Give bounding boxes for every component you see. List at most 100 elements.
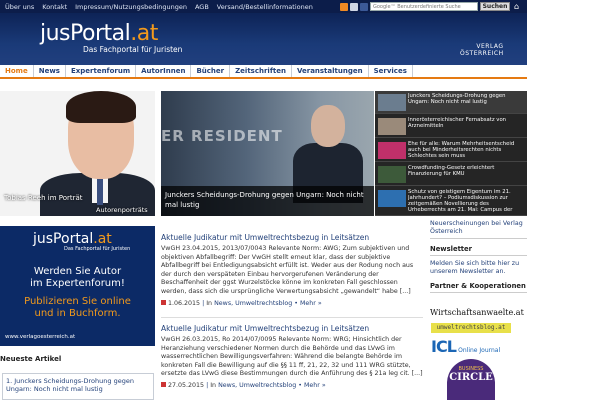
ad-line: Werden Sie Autor [33, 266, 122, 277]
thumb-image [378, 190, 406, 207]
thumb-image [378, 94, 406, 111]
thumb-image [378, 166, 406, 183]
calendar-icon [161, 300, 166, 306]
portrait-label[interactable]: Autorenporträts [96, 206, 148, 214]
site-logo[interactable]: jusPortal.at [40, 21, 158, 46]
partner-business-circle[interactable]: BUSINESS CIRCLE [447, 359, 495, 400]
link-agb[interactable]: AGB [195, 3, 209, 11]
thumb-item[interactable]: Crowdfunding-Gesetz erleichtert Finanzie… [375, 163, 527, 186]
ad-logo-suffix: .at [93, 231, 112, 247]
article-categories[interactable]: News, Umweltrechtsblog [218, 382, 296, 389]
verlag-logo[interactable]: VERLAG ÖSTERREICH [460, 43, 504, 57]
email-icon[interactable] [350, 3, 358, 11]
partner-heading: Partner & Kooperationen [430, 282, 526, 290]
home-icon[interactable]: ⌂ [514, 2, 523, 11]
article-in-label: In [206, 299, 213, 307]
ad-line: Publizieren Sie online [24, 296, 131, 307]
link-kontakt[interactable]: Kontakt [42, 3, 67, 11]
feature-background-text: ER RESIDENT [161, 127, 283, 145]
nav-veranstaltungen[interactable]: Veranstaltungen [292, 65, 369, 77]
feature-slide[interactable]: ER RESIDENT Junckers Scheidungs-Drohung … [161, 91, 374, 216]
business-circle-name: CIRCLE [449, 372, 493, 383]
social-icons [340, 3, 368, 11]
thumb-item[interactable]: Schutz von geistigem Eigentum im 21. Jah… [375, 187, 527, 216]
ad-logo: jusPortal.at [33, 231, 112, 247]
thumb-title: Crowdfunding-Gesetz erleichtert Finanzie… [408, 165, 495, 177]
business-circle-top: BUSINESS [458, 366, 484, 372]
thumb-item[interactable]: Innerösterreichischer Fernabsatz von Arz… [375, 115, 527, 138]
thumb-title: Innerösterreichischer Fernabsatz von Arz… [408, 117, 507, 129]
site-tagline: Das Fachportal für Juristen [83, 45, 183, 54]
page: Über uns Kontakt Impressum/Nutzungsbedin… [0, 0, 600, 400]
search-button[interactable]: Suchen [480, 2, 510, 11]
thumb-image [378, 142, 406, 159]
nav-home[interactable]: Home [0, 65, 34, 77]
neueste-artikel-heading: Neueste Artikel [0, 355, 62, 363]
link-impressum[interactable]: Impressum/Nutzungsbedingungen [75, 3, 187, 11]
article-more-link[interactable]: Mehr » [304, 382, 326, 389]
neueste-artikel-list: 1. Junckers Scheidungs-Drohung gegen Ung… [2, 373, 154, 400]
partner-wirtschaftsanwaelte[interactable]: Wirtschaftsanwaelte.at [430, 308, 524, 317]
nav-autorinnen[interactable]: AutorInnen [136, 65, 192, 77]
ad-line: und in Buchform. [34, 308, 121, 319]
slider-thumbnails: Junckers Scheidungs-Drohung gegen Ungarn… [375, 91, 527, 216]
page-margin [527, 0, 600, 400]
icl-subtitle: Online Journal [458, 347, 501, 354]
portrait-hair [66, 91, 136, 123]
thumb-title: Ehe für alle: Warum Mehrheitsentscheid a… [408, 141, 515, 159]
sidebar-divider [430, 292, 527, 293]
sidebar-divider [430, 255, 527, 256]
logo-suffix: .at [130, 21, 158, 46]
newsletter-heading: Newsletter [430, 245, 473, 253]
list-item[interactable]: 1. Junckers Scheidungs-Drohung gegen Ung… [6, 377, 134, 393]
author-portrait[interactable]: Tobias Reeh im Porträt Autorenporträts [0, 91, 155, 216]
nav-zeitschriften[interactable]: Zeitschriften [230, 65, 292, 77]
verlag-line1: VERLAG [476, 43, 504, 50]
thumb-title: Schutz von geistigem Eigentum im 21. Jah… [408, 189, 513, 213]
article-excerpt: VwGH 26.03.2015, Ro 2014/07/0095 Relevan… [161, 336, 423, 378]
rss-icon[interactable] [340, 3, 348, 11]
ad-tagline: Das Fachportal für Juristen [64, 246, 131, 252]
facebook-icon[interactable] [360, 3, 368, 11]
thumb-item[interactable]: Junckers Scheidungs-Drohung gegen Ungarn… [375, 91, 527, 114]
site-header: jusPortal.at Das Fachportal für Juristen… [0, 13, 527, 65]
link-versand[interactable]: Versand/Bestellinformationen [217, 3, 313, 11]
verlag-line2: ÖSTERREICH [460, 50, 504, 57]
logo-text: jusPortal [40, 21, 131, 46]
right-sidebar: Neuerscheinungen bei Verlag Österreich N… [430, 220, 527, 293]
nav-expertenforum[interactable]: Expertenforum [66, 65, 137, 77]
thumb-item[interactable]: Ehe für alle: Warum Mehrheitsentscheid a… [375, 139, 527, 162]
ad-line: im Expertenforum! [30, 278, 125, 289]
thumb-image [378, 118, 406, 135]
autor-ad-banner[interactable]: jusPortal.at Das Fachportal für Juristen… [0, 226, 155, 346]
ad-url: www.verlagoesterreich.at [5, 334, 76, 340]
link-ueber-uns[interactable]: Über uns [5, 3, 34, 11]
newsletter-signup-link[interactable]: Melden Sie sich bitte hier zu unserem Ne… [430, 260, 527, 276]
article-divider [161, 317, 423, 318]
ad-logo-text: jusPortal [33, 231, 94, 247]
portrait-caption[interactable]: Tobias Reeh im Porträt [4, 194, 83, 202]
calendar-icon [161, 382, 166, 388]
article-meta: 27.05.2015 | In News, Umweltrechtsblog •… [161, 382, 423, 389]
article-more-link[interactable]: Mehr » [300, 300, 322, 307]
article-categories[interactable]: News, Umweltrechtsblog [214, 300, 292, 307]
feature-caption[interactable]: Junckers Scheidungs-Drohung gegen Ungarn… [161, 186, 374, 216]
sidebar-divider [430, 238, 527, 239]
neuerscheinungen-link[interactable]: Neuerscheinungen bei Verlag Österreich [430, 220, 527, 236]
article-excerpt: VwGH 23.04.2015, 2013/07/0043 Relevante … [161, 245, 414, 295]
article-date: 1.06.2015 [168, 299, 201, 307]
article-title[interactable]: Aktuelle Judikatur mit Umweltrechtsbezug… [161, 324, 423, 333]
nav-buecher[interactable]: Bücher [191, 65, 231, 77]
icl-logo-text: ICL [431, 337, 457, 356]
article-title[interactable]: Aktuelle Judikatur mit Umweltrechtsbezug… [161, 233, 423, 242]
article-meta: 1.06.2015 | In News, Umweltrechtsblog • … [161, 300, 423, 307]
article: Aktuelle Judikatur mit Umweltrechtsbezug… [161, 233, 423, 307]
nav-services[interactable]: Services [369, 65, 413, 77]
partner-icl[interactable]: ICL Online Journal [431, 337, 501, 356]
main-nav: Home News Expertenforum AutorInnen Büche… [0, 65, 527, 79]
partner-umweltrechtsblog[interactable]: umweltrechtsblog.at [431, 323, 511, 333]
nav-news[interactable]: News [34, 65, 66, 77]
feature-person-head [311, 105, 345, 147]
search-input[interactable]: Google™ Benutzerdefinierte Suche [370, 2, 478, 11]
article-in-label: In [210, 381, 217, 389]
